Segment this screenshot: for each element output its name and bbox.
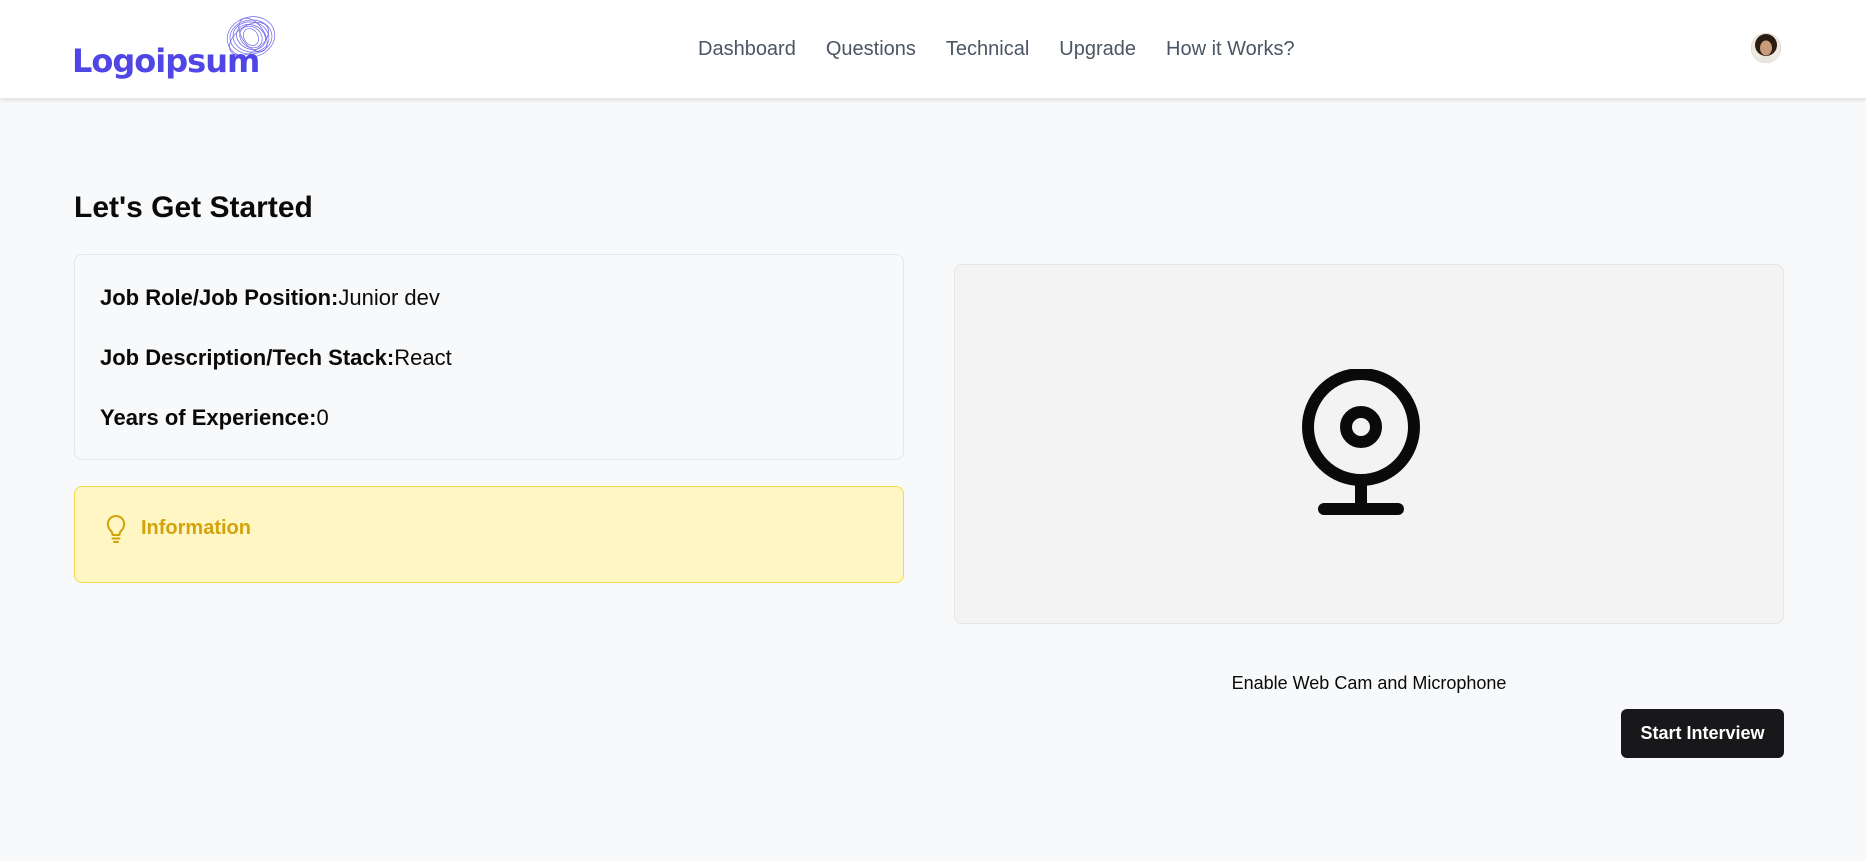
- page-title: Let's Get Started: [74, 191, 313, 224]
- job-description-row: Job Description/Tech Stack:React: [100, 345, 452, 371]
- job-role-label: Job Role/Job Position:: [100, 285, 339, 310]
- job-description-value: React: [394, 345, 452, 370]
- experience-row: Years of Experience:0: [100, 405, 329, 431]
- main-nav: Dashboard Questions Technical Upgrade Ho…: [698, 36, 1325, 62]
- start-interview-button[interactable]: Start Interview: [1621, 709, 1784, 758]
- nav-item-questions[interactable]: Questions: [826, 36, 916, 62]
- nav-item-technical[interactable]: Technical: [946, 36, 1029, 62]
- job-role-row: Job Role/Job Position:Junior dev: [100, 285, 440, 311]
- top-navbar: Logoipsum Dashboard Questions Technical …: [0, 0, 1866, 99]
- lightbulb-icon: [106, 515, 126, 543]
- job-details-card: Job Role/Job Position:Junior dev Job Des…: [74, 254, 904, 460]
- webcam-preview: [954, 264, 1784, 624]
- nav-item-dashboard[interactable]: Dashboard: [698, 36, 796, 62]
- logo[interactable]: Logoipsum: [72, 12, 282, 84]
- nav-item-upgrade[interactable]: Upgrade: [1059, 36, 1136, 62]
- information-alert: Information: [74, 486, 904, 583]
- webcam-icon: [1302, 369, 1420, 515]
- logo-text: Logoipsum: [72, 42, 260, 80]
- enable-webcam-button[interactable]: Enable Web Cam and Microphone: [954, 673, 1784, 694]
- nav-item-how-it-works[interactable]: How it Works?: [1166, 36, 1295, 62]
- user-avatar[interactable]: [1751, 33, 1781, 63]
- job-role-value: Junior dev: [338, 285, 440, 310]
- experience-label: Years of Experience:: [100, 405, 317, 430]
- user-avatar-icon: [1751, 33, 1781, 63]
- job-description-label: Job Description/Tech Stack:: [100, 345, 395, 370]
- experience-value: 0: [316, 405, 329, 430]
- information-title: Information: [141, 517, 251, 539]
